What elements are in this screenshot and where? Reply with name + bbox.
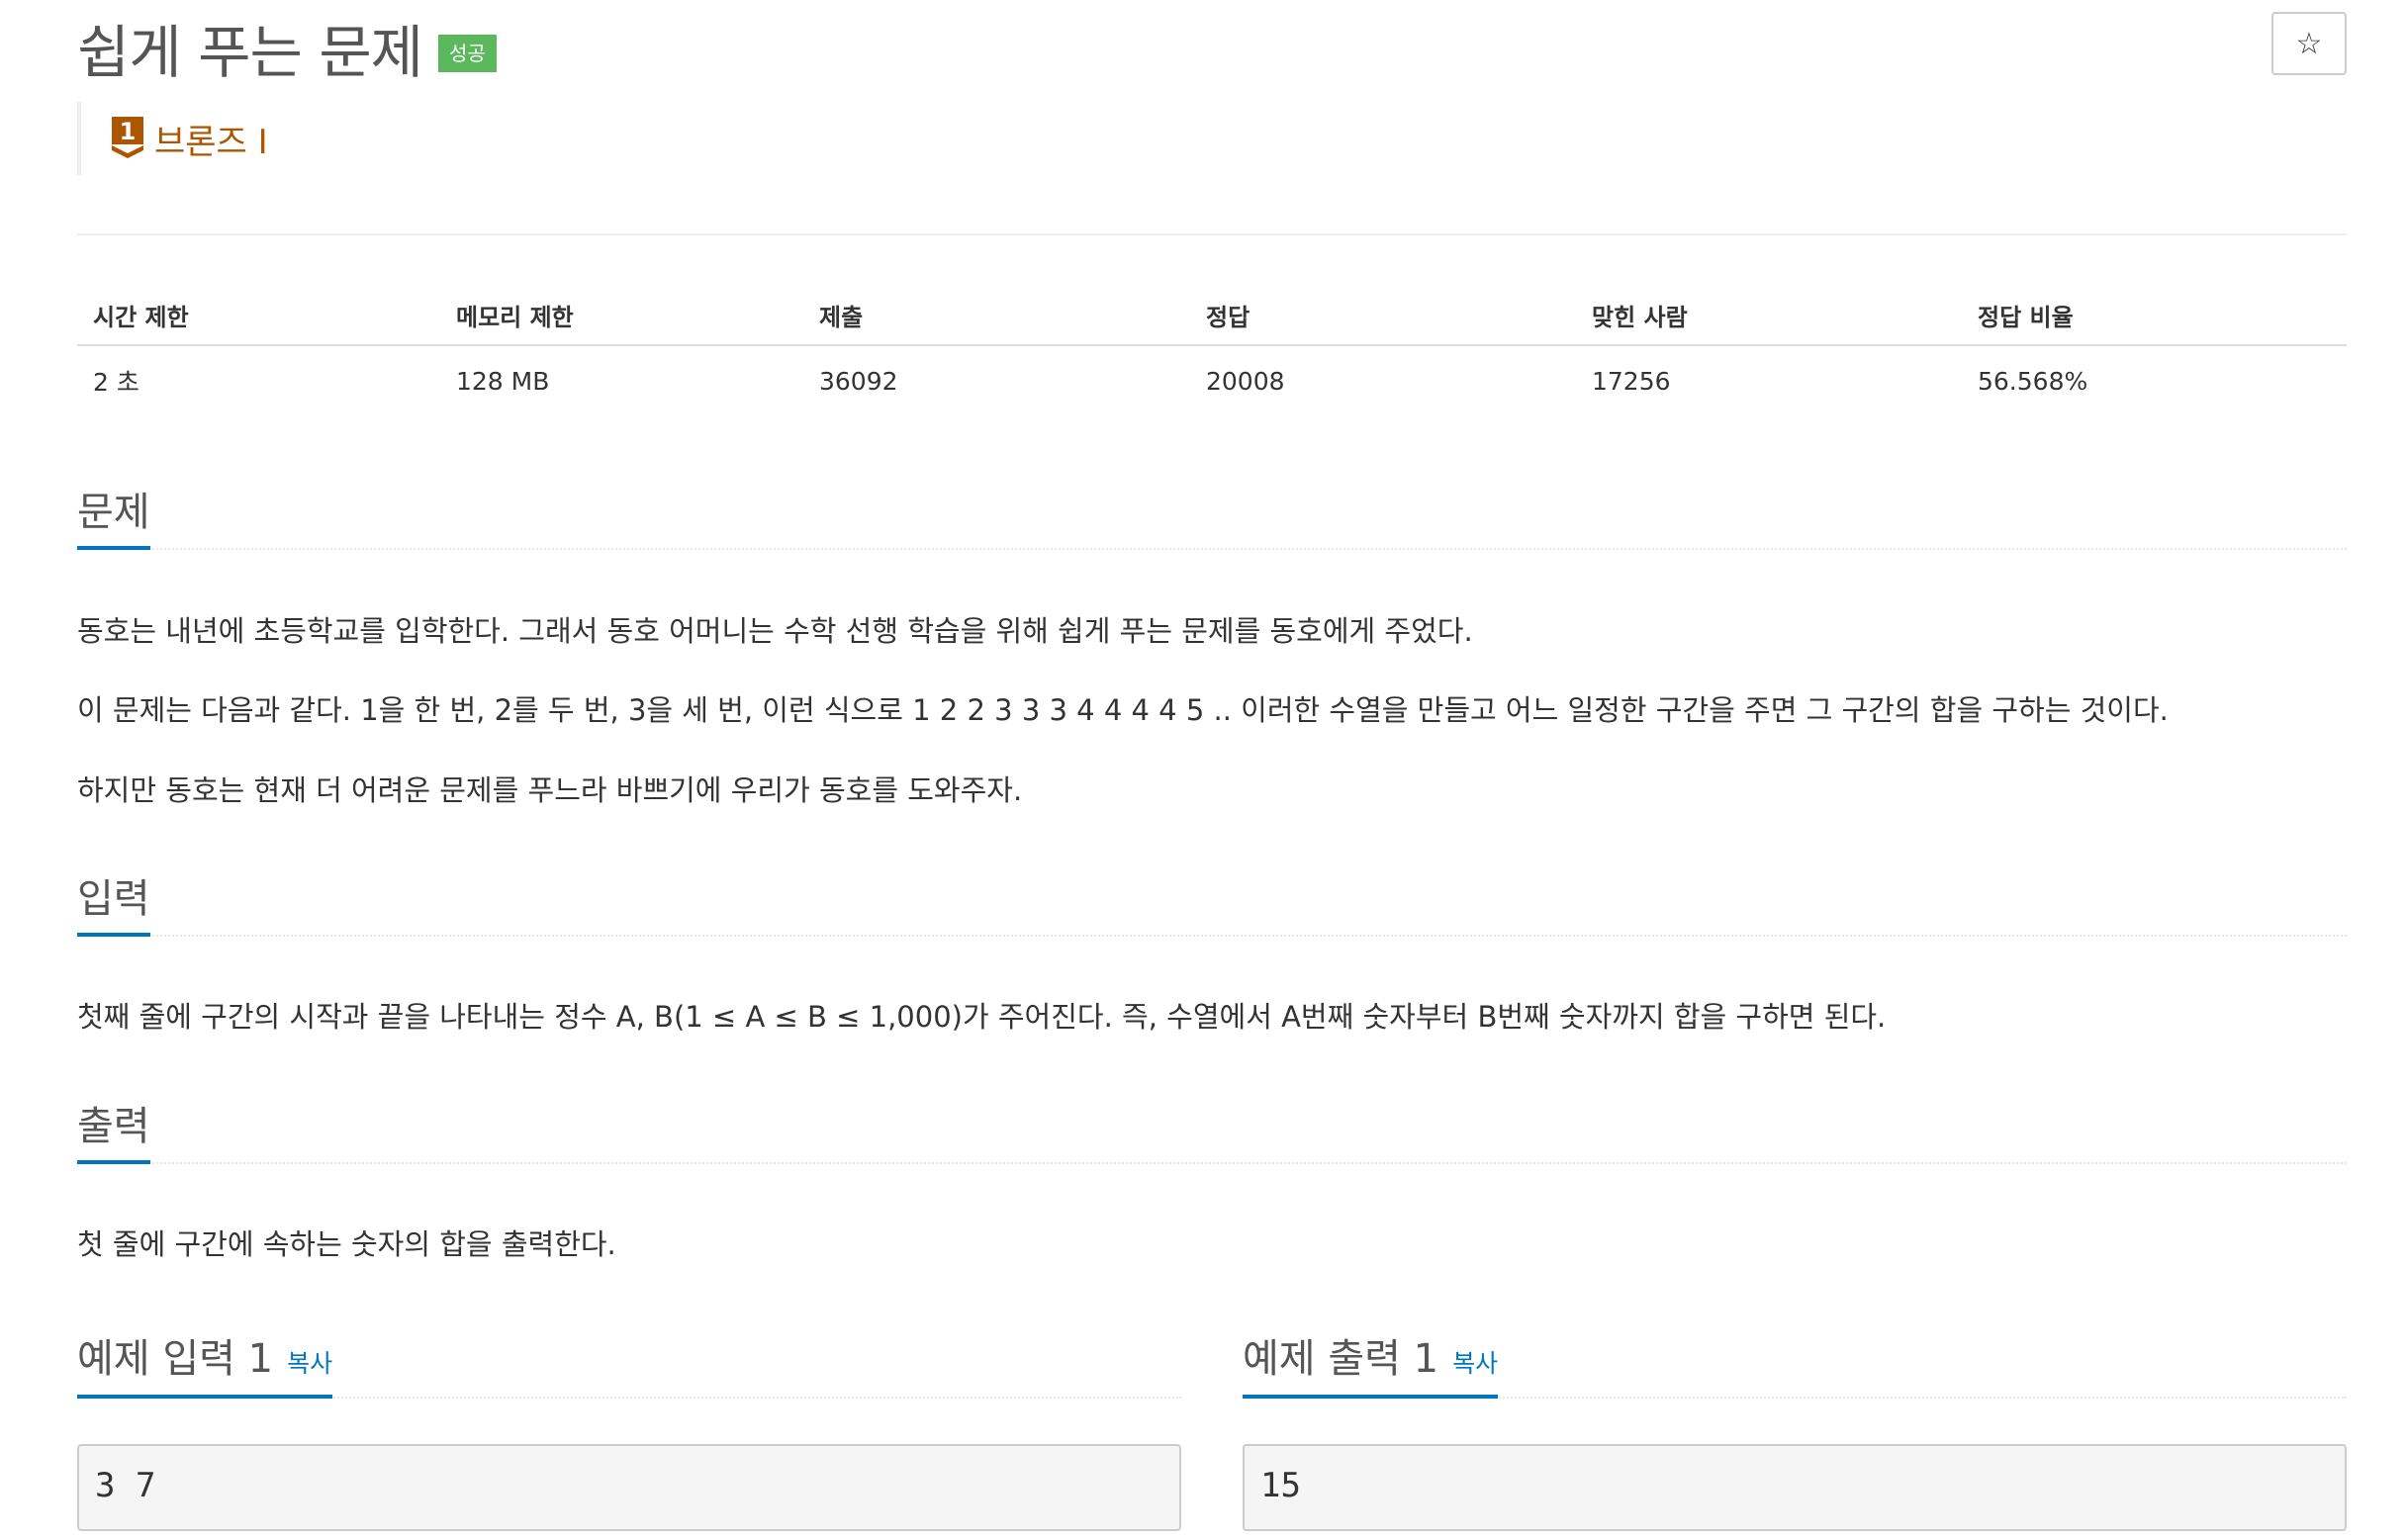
sample-output-header: 예제 출력 1 복사 xyxy=(1243,1315,2347,1399)
stats-value-solvers[interactable]: 17256 xyxy=(1576,346,1962,415)
input-section-header: 입력 xyxy=(77,871,2347,937)
star-button[interactable]: ☆ xyxy=(2271,12,2347,75)
stats-header-row: 시간 제한 메모리 제한 제출 정답 맞힌 사람 정답 비율 xyxy=(77,285,2347,346)
stats-value-ratio: 56.568% xyxy=(1978,366,2088,396)
problem-section-header: 문제 xyxy=(77,485,2347,550)
sample-input-title: 예제 입력 1 xyxy=(77,1336,274,1382)
sample-input-header: 예제 입력 1 복사 xyxy=(77,1315,1181,1399)
stats-header-accepted: 정답 xyxy=(1206,303,1250,331)
stats-header-solvers: 맞힌 사람 xyxy=(1592,303,1688,331)
stats-table: 시간 제한 메모리 제한 제출 정답 맞힌 사람 정답 비율 2 초 128 M… xyxy=(77,285,2347,415)
sample-output-title: 예제 출력 1 xyxy=(1243,1336,1439,1382)
stats-value-memory: 128 MB xyxy=(456,366,550,396)
problem-title: 쉽게 푸는 문제 xyxy=(77,19,423,86)
star-icon: ☆ xyxy=(2295,26,2323,61)
problem-section-title: 문제 xyxy=(77,489,150,550)
problem-page: 쉽게 푸는 문제 성공 ☆ 1 브론즈 I 시간 제한 메모리 제한 제출 정답… xyxy=(77,0,2347,1540)
stats-value-accepted[interactable]: 20008 xyxy=(1190,346,1576,415)
stats-header-submissions: 제출 xyxy=(819,303,864,331)
stats-value-time: 2 초 xyxy=(93,368,139,397)
stats-value-row: 2 초 128 MB 36092 20008 17256 56.568% xyxy=(77,346,2347,415)
input-description: 첫째 줄에 구간의 시작과 끝을 나타내는 정수 A, B(1 ≤ A ≤ B … xyxy=(77,1000,1887,1034)
status-badge: 성공 xyxy=(438,35,497,72)
stats-header-ratio: 정답 비율 xyxy=(1978,303,2074,331)
input-section-title: 입력 xyxy=(77,875,150,937)
stats-header-time: 시간 제한 xyxy=(93,303,189,331)
output-description: 첫 줄에 구간에 속하는 숫자의 합을 출력한다. xyxy=(77,1227,616,1261)
tier-label[interactable]: 브론즈 I xyxy=(154,115,268,163)
sample-output-box: 15 xyxy=(1243,1444,2347,1531)
title-row: 쉽게 푸는 문제 성공 xyxy=(77,8,497,87)
output-section-header: 출력 xyxy=(77,1099,2347,1164)
stats-value-submissions[interactable]: 36092 xyxy=(803,346,1190,415)
sample-input-box: 3 7 xyxy=(77,1444,1181,1531)
stats-header-memory: 메모리 제한 xyxy=(456,303,574,331)
tier-number: 1 xyxy=(120,118,137,145)
copy-input-button[interactable]: 복사 xyxy=(287,1349,332,1378)
problem-paragraph: 동호는 내년에 초등학교를 입학한다. 그래서 동호 어머니는 수학 선행 학습… xyxy=(77,614,1473,648)
problem-paragraph: 하지만 동호는 현재 더 어려운 문제를 푸느라 바쁘기에 우리가 동호를 도와… xyxy=(77,773,1023,807)
tier-block: 1 브론즈 I xyxy=(77,102,268,175)
bronze-tier-icon: 1 xyxy=(112,117,143,158)
problem-paragraph: 이 문제는 다음과 같다. 1을 한 번, 2를 두 번, 3을 세 번, 이런… xyxy=(77,693,2169,727)
divider xyxy=(77,233,2347,235)
copy-output-button[interactable]: 복사 xyxy=(1452,1349,1498,1378)
output-section-title: 출력 xyxy=(77,1103,150,1164)
